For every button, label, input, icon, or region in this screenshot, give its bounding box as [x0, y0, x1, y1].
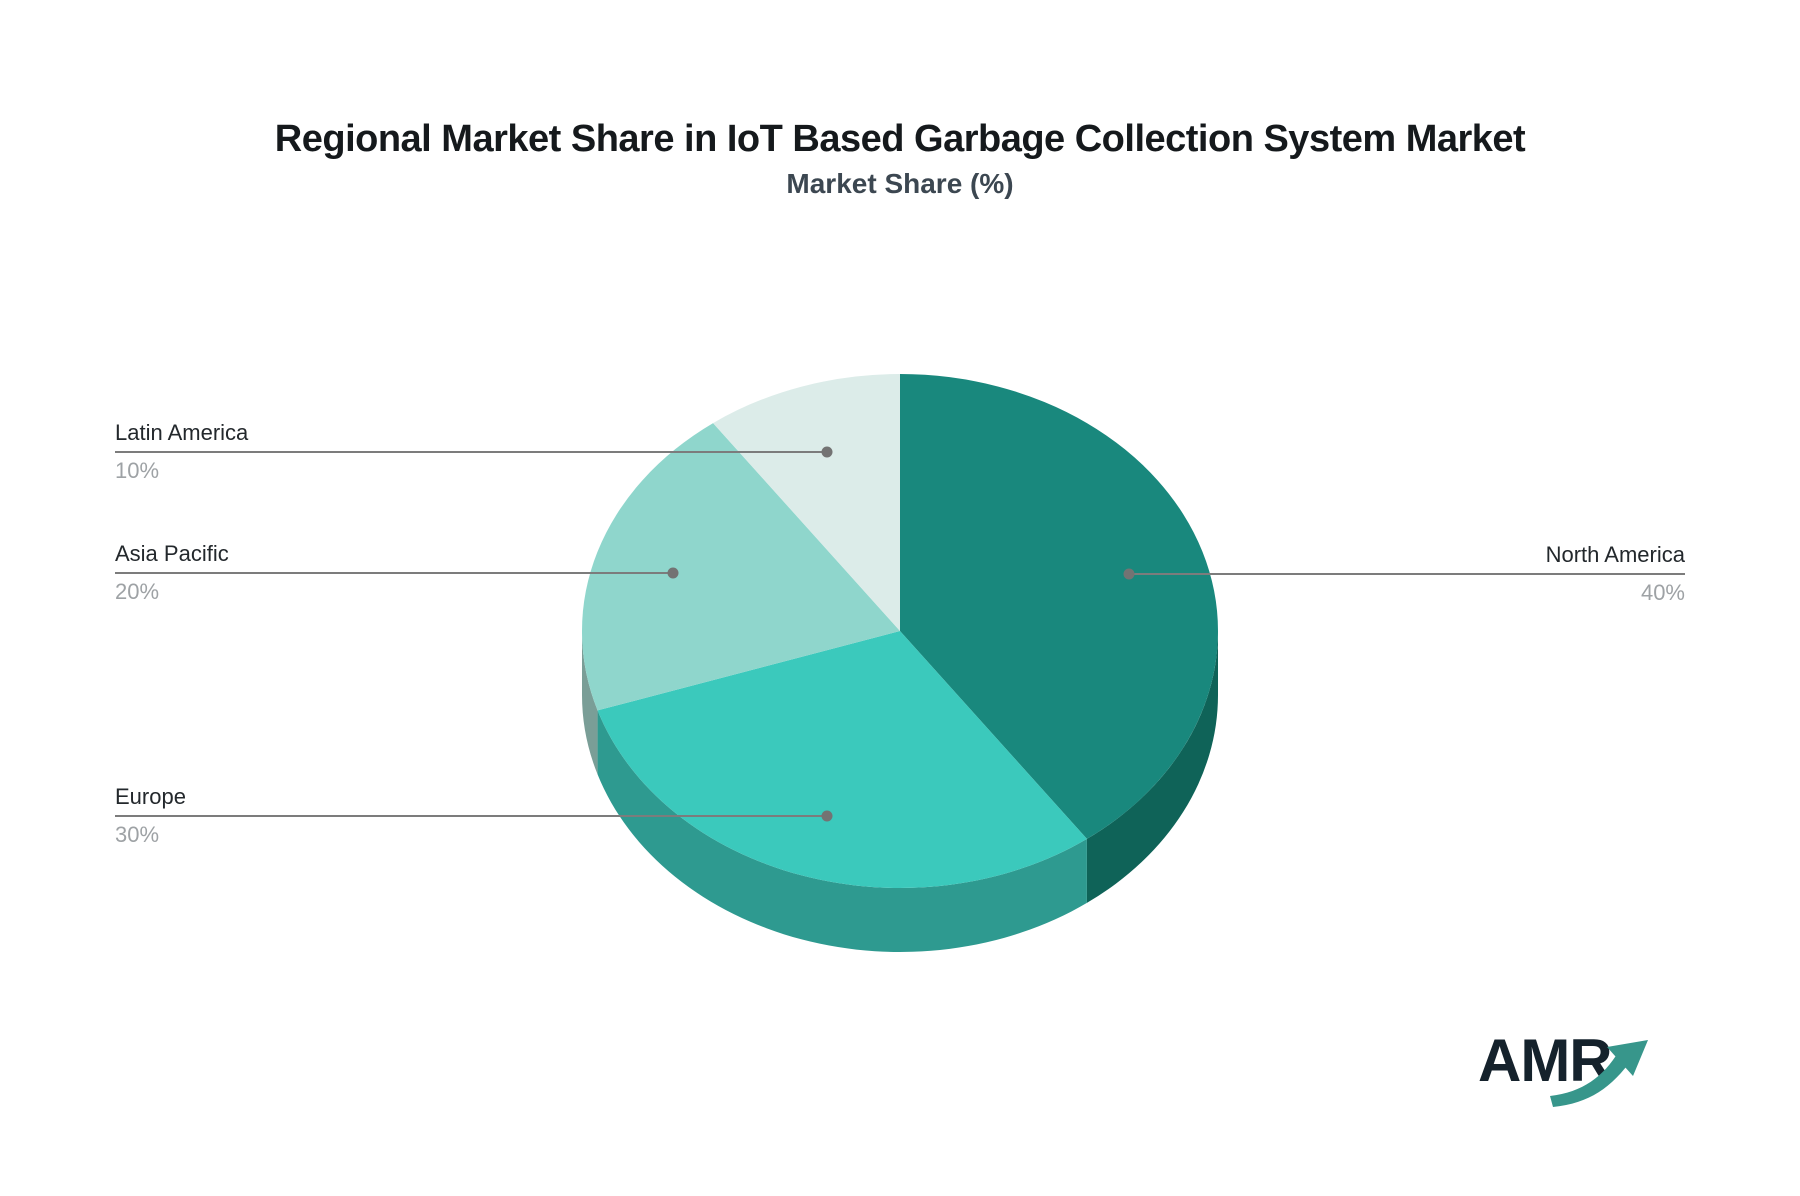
callout-europe: Europe 30% [115, 783, 675, 848]
leader-dot [821, 446, 833, 458]
callout-north-america: North America 40% [1125, 541, 1685, 606]
callout-label-europe: Europe [115, 784, 186, 809]
callout-asia-pacific: Asia Pacific 20% [115, 540, 675, 605]
callout-value-europe: 30% [115, 822, 160, 847]
callout-value-asia-pacific: 20% [115, 579, 160, 604]
amr-logo: AMR [1478, 1030, 1668, 1120]
callout-label-north-america: North America [1545, 542, 1685, 567]
callout-label-latin-america: Latin America [115, 420, 249, 445]
callout-value-north-america: 40% [1640, 580, 1685, 605]
callout-label-asia-pacific: Asia Pacific [115, 541, 229, 566]
callout-latin-america: Latin America 10% [115, 419, 675, 484]
leader-dot [821, 810, 833, 822]
growth-arrow-icon [1550, 1040, 1648, 1107]
callout-value-latin-america: 10% [115, 458, 160, 483]
chart-canvas: Regional Market Share in IoT Based Garba… [0, 0, 1800, 1196]
